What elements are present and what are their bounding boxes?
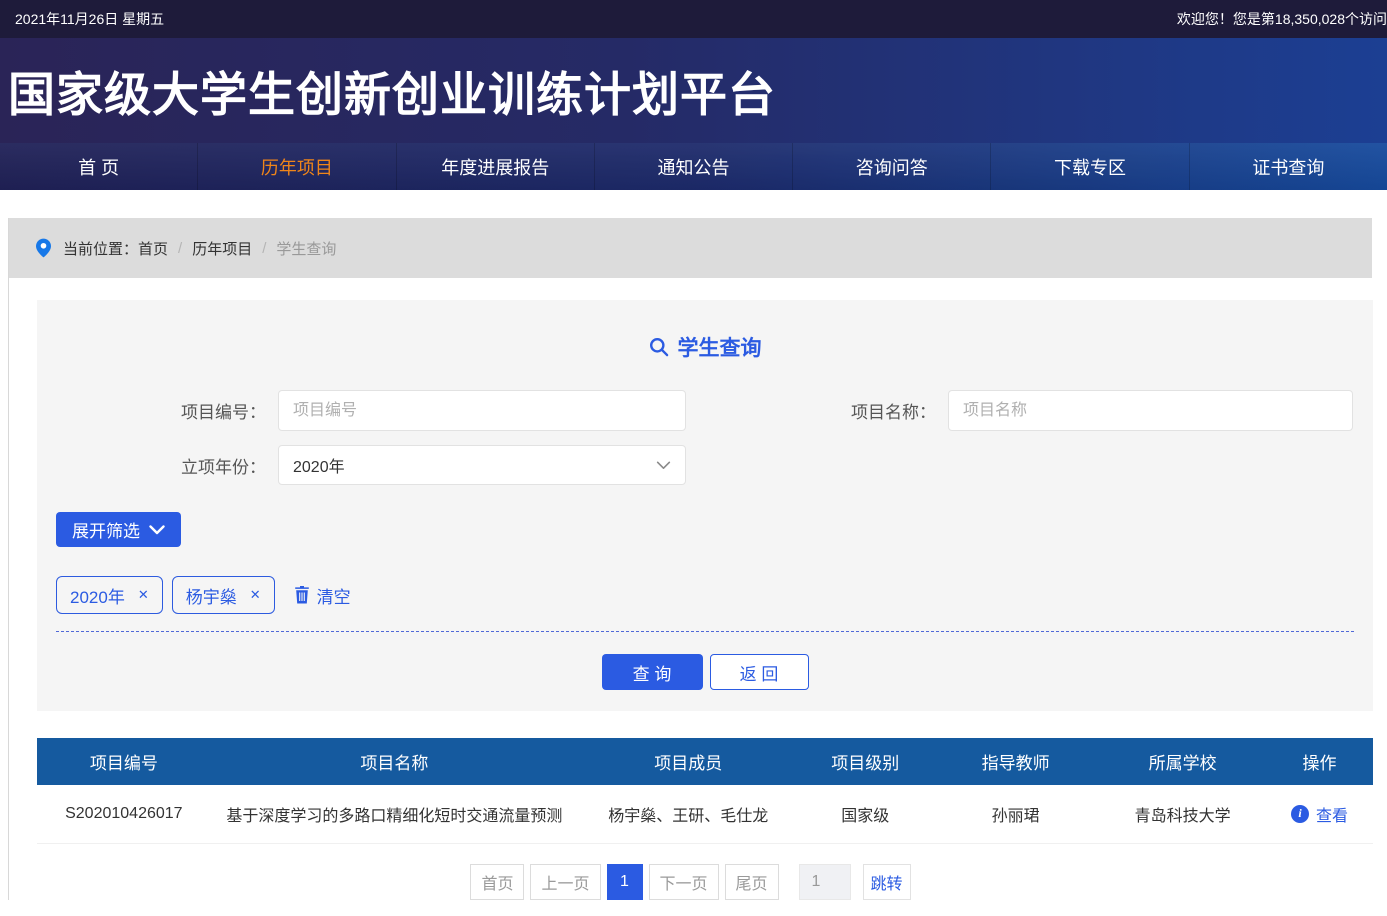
jump-page-input[interactable] [799,864,851,900]
search-icon [649,337,669,357]
cell-teacher: 孙丽珺 [932,785,1099,843]
nav-item-annual-report[interactable]: 年度进展报告 [397,143,595,190]
first-page-button[interactable]: 首页 [470,864,524,900]
breadcrumb: 当前位置： 首页 / 历年项目 / 学生查询 [9,218,1372,278]
jump-button[interactable]: 跳转 [863,864,911,900]
nav-item-downloads[interactable]: 下载专区 [991,143,1189,190]
breadcrumb-current: 学生查询 [276,238,336,259]
col-project-name: 项目名称 [211,738,578,785]
expand-filter-button[interactable]: 展开筛选 [56,512,181,547]
chevron-down-icon [656,461,671,470]
page-1-button[interactable]: 1 [607,864,643,900]
col-teacher: 指导教师 [932,738,1099,785]
year-label: 立项年份： [146,453,266,478]
breadcrumb-home[interactable]: 首页 [138,238,168,259]
project-name-label: 项目名称： [816,398,936,423]
pagination: 首页 上一页 1 下一页 尾页 跳转 [9,864,1372,900]
content-area: 当前位置： 首页 / 历年项目 / 学生查询 学生查询 项目编号： 项目名称： … [8,218,1372,900]
topbar-date: 2021年11月26日 星期五 [15,9,164,29]
next-page-button[interactable]: 下一页 [649,864,719,900]
close-icon[interactable]: ✕ [138,587,149,603]
nav-item-home[interactable]: 首 页 [0,143,198,190]
last-page-button[interactable]: 尾页 [725,864,779,900]
col-level: 项目级别 [799,738,933,785]
breadcrumb-separator: / [262,240,266,257]
prev-page-button[interactable]: 上一页 [530,864,600,900]
filter-tag-year[interactable]: 2020年 ✕ [56,576,163,614]
project-name-input[interactable] [948,390,1353,431]
chevron-down-icon [149,525,165,535]
filter-tag-student[interactable]: 杨宇燊 ✕ [172,576,275,614]
table-row: S202010426017 基于深度学习的多路口精细化短时交通流量预测 杨宇燊、… [37,785,1373,843]
location-pin-icon [36,238,51,258]
info-icon: i [1291,805,1309,823]
filter-tags-row: 2020年 ✕ 杨宇燊 ✕ 清空 [56,576,1354,614]
clear-filters-label: 清空 [317,583,351,608]
year-select[interactable]: 2020年 [278,445,686,485]
project-number-input[interactable] [278,390,686,431]
search-panel: 学生查询 项目编号： 项目名称： 立项年份： 2020年 展开筛选 [37,300,1373,711]
trash-icon [294,586,310,604]
breadcrumb-prefix: 当前位置： [63,238,138,259]
cell-project-number: S202010426017 [37,785,211,843]
cell-school: 青岛科技大学 [1099,785,1266,843]
col-school: 所属学校 [1099,738,1266,785]
col-members: 项目成员 [578,738,798,785]
col-project-number: 项目编号 [37,738,211,785]
query-button[interactable]: 查 询 [602,654,703,690]
nav-item-past-projects[interactable]: 历年项目 [198,143,396,190]
view-link[interactable]: 查看 [1316,802,1348,826]
results-table: 项目编号 项目名称 项目成员 项目级别 指导教师 所属学校 操作 S202010… [37,738,1373,844]
site-header: 国家级大学生创新创业训练计划平台 [0,38,1387,143]
topbar: 2021年11月26日 星期五 欢迎您！您是第18,350,028个访问者 [0,0,1387,38]
project-number-label: 项目编号： [146,398,266,423]
filter-tag-label: 2020年 [70,583,125,608]
cell-project-name: 基于深度学习的多路口精细化短时交通流量预测 [211,785,578,843]
cell-members: 杨宇燊、王研、毛仕龙 [578,785,798,843]
back-button[interactable]: 返 回 [710,654,809,690]
topbar-welcome: 欢迎您！您是第18,350,028个访问者 [1177,9,1387,29]
table-header-row: 项目编号 项目名称 项目成员 项目级别 指导教师 所属学校 操作 [37,738,1373,785]
close-icon[interactable]: ✕ [250,587,261,603]
clear-filters-button[interactable]: 清空 [294,583,351,608]
nav-item-certificate[interactable]: 证书查询 [1190,143,1387,190]
nav-item-notices[interactable]: 通知公告 [595,143,793,190]
panel-title-text: 学生查询 [678,332,762,362]
filter-tag-label: 杨宇燊 [186,583,237,608]
year-select-value: 2020年 [293,453,345,477]
site-title: 国家级大学生创新创业训练计划平台 [8,56,776,125]
cell-actions: i 查看 [1266,785,1373,843]
main-nav: 首 页 历年项目 年度进展报告 通知公告 咨询问答 下载专区 证书查询 [0,143,1387,190]
breadcrumb-past-projects[interactable]: 历年项目 [192,238,252,259]
col-actions: 操作 [1266,738,1373,785]
breadcrumb-separator: / [178,240,182,257]
panel-title: 学生查询 [56,334,1354,360]
nav-item-qa[interactable]: 咨询问答 [793,143,991,190]
cell-level: 国家级 [799,785,933,843]
dashed-divider [56,631,1354,632]
expand-filter-label: 展开筛选 [72,517,140,542]
